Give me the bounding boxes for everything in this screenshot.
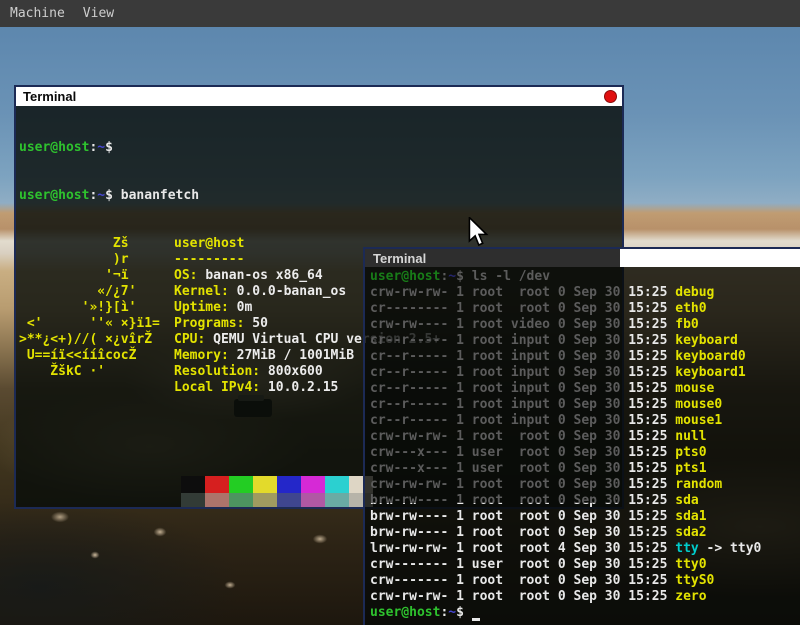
terminal2-titlebar-shaded: Terminal bbox=[365, 249, 620, 267]
bananfetch-ascii-art: Zš )r '¬ï «/¿7' '»!}[ì' <' ''« ×}ï1= >**… bbox=[19, 236, 174, 396]
ls-row: crw------- 1 root root 0 Sep 30 15:25 tt… bbox=[370, 573, 800, 589]
terminal1-title: Terminal bbox=[23, 89, 76, 104]
terminal2-titlebar-bright bbox=[620, 249, 800, 267]
terminal2-body[interactable]: user@host:~$ ls -l /devcrw-rw-rw- 1 root… bbox=[365, 267, 800, 625]
menu-view[interactable]: View bbox=[83, 6, 114, 21]
ls-row: crw-rw-rw- 1 root root 0 Sep 30 15:25 ze… bbox=[370, 589, 800, 605]
ls-row: brw-rw---- 1 root root 0 Sep 30 15:25 sd… bbox=[370, 509, 800, 525]
prompt-line: user@host:~$ bbox=[19, 140, 622, 156]
terminal1-titlebar[interactable]: Terminal bbox=[16, 87, 622, 106]
terminal-window-ls: Terminal user@host:~$ ls -l /devcrw-rw-r… bbox=[363, 247, 800, 625]
command-line: user@host:~$ bananfetch bbox=[19, 188, 622, 204]
vm-screen: Machine View Terminal user@host:~$ user@… bbox=[0, 0, 800, 625]
terminal2-titlebar[interactable]: Terminal bbox=[365, 249, 800, 267]
terminal2-title: Terminal bbox=[373, 251, 426, 266]
vm-menubar: Machine View bbox=[0, 0, 800, 27]
ls-row: brw-rw---- 1 root root 0 Sep 30 15:25 sd… bbox=[370, 525, 800, 541]
menu-machine[interactable]: Machine bbox=[10, 6, 65, 21]
close-button-icon[interactable] bbox=[604, 90, 617, 103]
ls-row: crw------- 1 user root 0 Sep 30 15:25 tt… bbox=[370, 557, 800, 573]
mouse-cursor-icon bbox=[466, 217, 490, 249]
ls-row: lrw-rw-rw- 1 root root 4 Sep 30 15:25 tt… bbox=[370, 541, 800, 557]
